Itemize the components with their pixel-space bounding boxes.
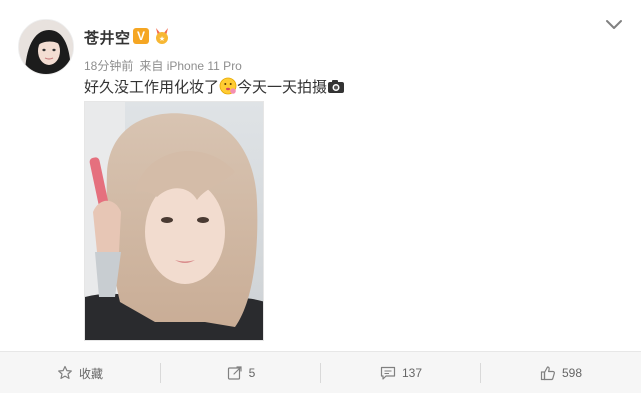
post-photo[interactable]	[84, 101, 264, 341]
comment-count: 137	[401, 366, 423, 380]
repost-button[interactable]: 5	[161, 352, 321, 394]
action-bar: 收藏 5 137 598	[0, 351, 641, 393]
share-icon	[227, 366, 242, 380]
like-count: 598	[561, 366, 583, 380]
repost-count: 5	[248, 366, 256, 380]
post-meta: 18分钟前 来自 iPhone 11 Pro	[84, 57, 248, 74]
comment-icon	[380, 366, 396, 380]
comment-button[interactable]: 137	[321, 352, 481, 394]
thumbs-up-icon	[540, 366, 555, 381]
username[interactable]: 苍井空	[84, 27, 131, 48]
post-source: 来自 iPhone 11 Pro	[139, 59, 242, 73]
medal-icon: ★	[156, 28, 168, 44]
camera-icon	[328, 80, 345, 93]
chevron-down-icon[interactable]	[604, 18, 624, 32]
like-button[interactable]: 598	[481, 352, 641, 394]
favorite-button[interactable]: 收藏	[0, 352, 160, 394]
post-time[interactable]: 18分钟前	[84, 59, 133, 73]
post-text: 好久没工作用化妆了 今天一天拍摄	[84, 77, 345, 97]
weibo-post-card: 苍井空 V ★ 18分钟前 来自 iPhone 11 Pro 好久没工作用化妆了 …	[0, 0, 641, 393]
post-text-part2: 今天一天拍摄	[237, 79, 328, 96]
post-text-part1: 好久没工作用化妆了	[84, 79, 220, 96]
star-outline-icon	[58, 365, 72, 379]
favorite-label: 收藏	[78, 366, 103, 381]
thinking-face-icon	[219, 77, 237, 95]
svg-text:★: ★	[159, 35, 165, 43]
avatar[interactable]	[18, 19, 74, 75]
verified-badge: V	[133, 28, 149, 44]
